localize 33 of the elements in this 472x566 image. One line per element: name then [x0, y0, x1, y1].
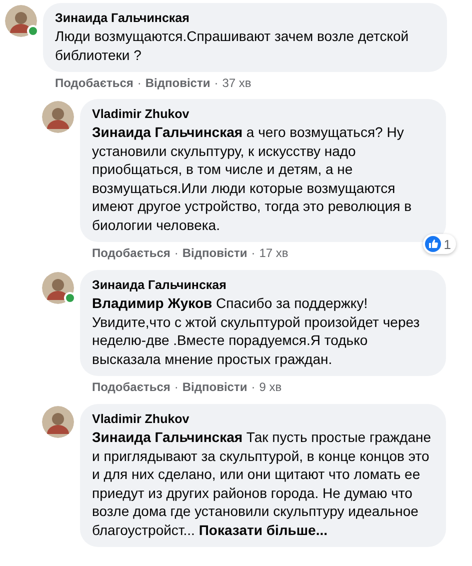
avatar[interactable]	[42, 101, 74, 133]
timestamp-link[interactable]: 37 хв	[222, 76, 252, 90]
like-link[interactable]: Подобається	[55, 76, 134, 90]
online-status-dot	[64, 292, 76, 304]
separator-dot: ·	[214, 76, 218, 90]
author-name[interactable]: Зинаида Гальчинская	[92, 277, 434, 293]
reaction-badge[interactable]: 1	[422, 234, 456, 254]
avatar[interactable]	[5, 5, 37, 37]
reply-link[interactable]: Відповісти	[182, 380, 248, 394]
comment-text: Владимир Жуков Спасибо за поддержку! Увидите,что с жтой скульптурой произойдет через неделю-две .Вместе порадуемся.Я тодько высказала мнение простых граждан.	[92, 294, 421, 368]
see-more-link[interactable]: Показати більше...	[198, 522, 328, 538]
reply-link[interactable]: Відповісти	[182, 246, 248, 260]
comment-text: Люди возмущаются.Спрашивают зачем возле детской библиотеки ?	[55, 27, 410, 64]
author-name[interactable]: Vladimir Zhukov	[92, 106, 434, 122]
reaction-count: 1	[444, 236, 451, 252]
separator-dot: ·	[174, 246, 178, 260]
online-status-dot	[27, 25, 39, 37]
author-name[interactable]: Vladimir Zhukov	[92, 411, 434, 427]
avatar[interactable]	[42, 272, 74, 304]
like-link[interactable]: Подобається	[92, 380, 170, 394]
timestamp-link[interactable]: 17 хв	[259, 246, 288, 260]
comment-text: Зинаида Гальчинская Так пусть простые граждане и приглядывают за скульптурой, в конце концов это и для них сделано, или они щитают что ломать ее приедут из других районов города. Не думаю что возле дома где установили скульптуру идеальное благоустройст... Показати більше...	[92, 428, 432, 539]
author-name[interactable]: Зинаида Гальчинская	[55, 10, 435, 26]
comment-text: Зинаида Гальчинская а чего возмущаться? Ну установили скульптуру, к искусству надо приобщаться, в том числе и детям, а не возмущаться.Или люди которые возмущаются имеют другое устройство, тогда это революция в биологии человека.	[92, 123, 413, 234]
like-link[interactable]: Подобається	[92, 246, 170, 260]
like-icon	[424, 236, 441, 252]
timestamp-link[interactable]: 9 хв	[259, 380, 282, 394]
reply-link[interactable]: Відповісти	[145, 76, 210, 90]
separator-dot: ·	[251, 246, 256, 260]
separator-dot: ·	[137, 76, 142, 90]
avatar[interactable]	[42, 406, 74, 438]
separator-dot: ·	[174, 380, 178, 394]
separator-dot: ·	[251, 380, 256, 394]
